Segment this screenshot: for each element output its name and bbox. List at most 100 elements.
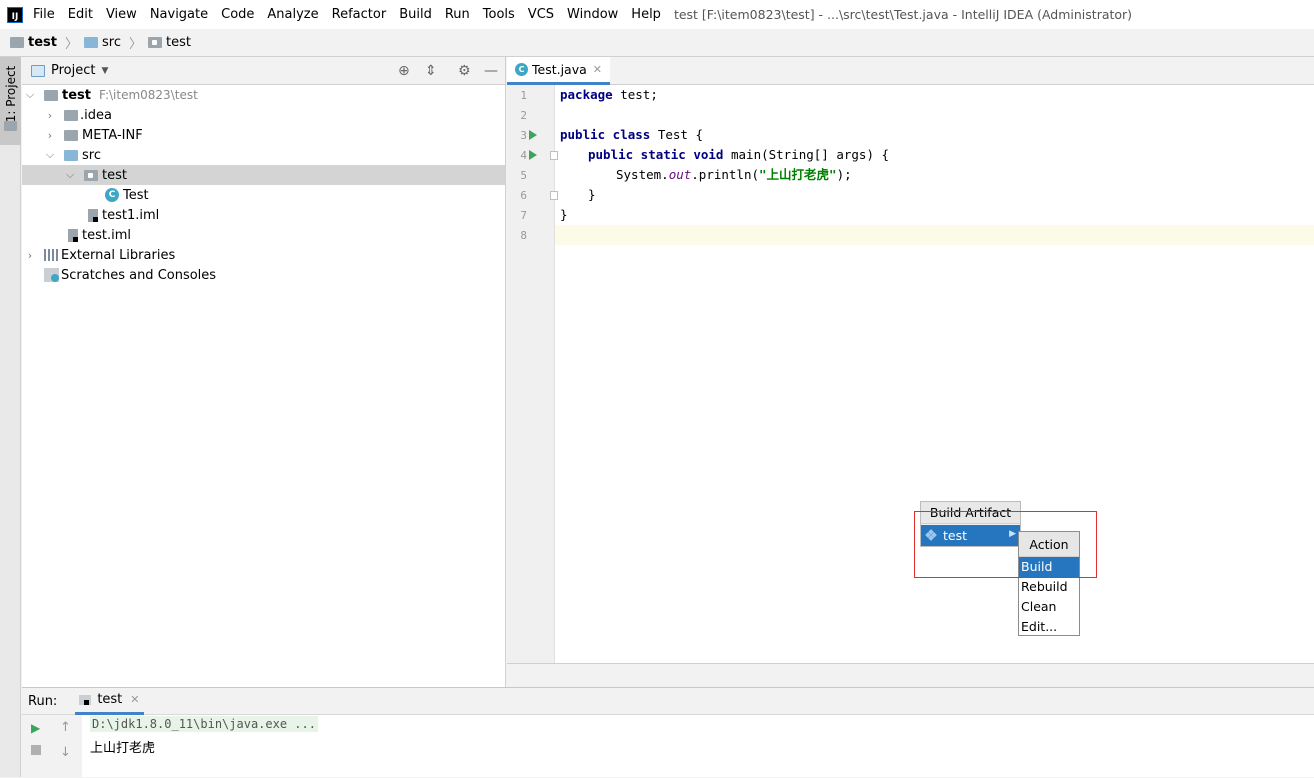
- up-arrow-icon[interactable]: ↑: [60, 720, 71, 735]
- menu-vcs[interactable]: VCS: [528, 7, 554, 22]
- tree-item-label: test: [62, 87, 91, 103]
- menu-code[interactable]: Code: [221, 7, 254, 22]
- artifact-item-test[interactable]: test ▶: [921, 525, 1020, 546]
- breadcrumb-label: test: [166, 35, 191, 50]
- chevron-right-icon[interactable]: ›: [44, 109, 56, 122]
- breadcrumb-item-project[interactable]: test: [10, 35, 57, 50]
- line-number: 5: [520, 169, 527, 182]
- editor-bottom-bar: [507, 663, 1314, 687]
- action-rebuild[interactable]: Rebuild: [1019, 577, 1079, 597]
- tab-label: Test.java: [532, 62, 587, 77]
- console-output: 上山打老虎: [90, 741, 156, 756]
- close-icon[interactable]: ✕: [593, 63, 602, 76]
- line-number: 3: [520, 129, 527, 142]
- tree-item-idea[interactable]: › .idea: [22, 105, 505, 125]
- close-icon[interactable]: ✕: [130, 693, 139, 706]
- rerun-icon[interactable]: ▶: [31, 721, 40, 735]
- project-panel-header: Project ▼ ⊕ ⇕ ⚙ —: [22, 57, 505, 85]
- tab-test-java[interactable]: C Test.java ✕: [507, 57, 610, 85]
- tree-item-test-iml[interactable]: test.iml: [22, 225, 505, 245]
- tree-item-scratches[interactable]: Scratches and Consoles: [22, 265, 505, 285]
- menu-view[interactable]: View: [106, 7, 137, 22]
- menu-edit[interactable]: Edit: [68, 7, 93, 22]
- minimize-icon[interactable]: —: [484, 63, 498, 79]
- menu-run[interactable]: Run: [445, 7, 470, 22]
- menu-window[interactable]: Window: [567, 7, 618, 22]
- artifact-icon: [925, 529, 937, 541]
- tree-item-project-root[interactable]: ⌵ test F:\item0823\test: [22, 85, 505, 105]
- tree-item-external-libraries[interactable]: › External Libraries: [22, 245, 505, 265]
- tree-item-meta-inf[interactable]: › META-INF: [22, 125, 505, 145]
- run-tool-window: Run: test ✕ ▶ ↑ ↓ D:\jdk1.8.0_11\bin\jav…: [22, 687, 1314, 778]
- tree-item-package-test[interactable]: ⌵ test: [22, 165, 505, 185]
- fold-marker-icon[interactable]: [550, 191, 558, 200]
- chevron-down-icon[interactable]: ▼: [101, 66, 108, 76]
- menu-tools[interactable]: Tools: [483, 7, 515, 22]
- chevron-right-icon[interactable]: ›: [24, 249, 36, 262]
- menu-refactor[interactable]: Refactor: [332, 7, 387, 22]
- chevron-down-icon[interactable]: ⌵: [24, 88, 36, 102]
- menu-build[interactable]: Build: [399, 7, 432, 22]
- action-clean[interactable]: Clean: [1019, 597, 1079, 617]
- menu-navigate[interactable]: Navigate: [150, 7, 208, 22]
- scratches-icon: [44, 268, 59, 282]
- breadcrumb-item-src[interactable]: src: [84, 35, 121, 50]
- menu-help[interactable]: Help: [631, 7, 661, 22]
- breadcrumb-item-package[interactable]: test: [148, 35, 191, 50]
- code-line-7[interactable]: }: [560, 205, 568, 225]
- project-view-selector[interactable]: Project: [51, 63, 95, 78]
- java-class-icon: C: [105, 188, 119, 202]
- tree-item-src[interactable]: ⌵ src: [22, 145, 505, 165]
- project-tool-tab-label: 1: Project: [4, 65, 18, 123]
- current-line-highlight: [555, 225, 1314, 245]
- build-artifact-popup: Build Artifact test ▶: [920, 501, 1021, 547]
- line-number: 7: [520, 209, 527, 222]
- run-config-icon: [79, 694, 92, 705]
- menu-file[interactable]: File: [33, 7, 55, 22]
- tree-item-label: .idea: [80, 107, 112, 123]
- tree-item-test1-iml[interactable]: test1.iml: [22, 205, 505, 225]
- action-edit[interactable]: Edit...: [1019, 617, 1079, 637]
- editor-gutter: 1 2 3 4 5 6 7 8: [507, 85, 558, 663]
- code-line-1[interactable]: package test;: [560, 85, 658, 105]
- gear-icon[interactable]: ⚙: [458, 63, 471, 79]
- tree-item-class-test[interactable]: C Test: [22, 185, 505, 205]
- project-view-icon: [31, 64, 45, 77]
- tree-item-label: META-INF: [82, 127, 143, 143]
- breadcrumb-separator-icon: 〉: [64, 37, 78, 52]
- menu-bar: IJ File Edit View Navigate Code Analyze …: [0, 0, 1314, 29]
- action-build[interactable]: Build: [1019, 557, 1079, 577]
- line-number: 1: [520, 89, 527, 102]
- window-title: test [F:\item0823\test] - ...\src\test\T…: [673, 7, 1133, 22]
- editor-tab-bar: C Test.java ✕: [507, 57, 1314, 85]
- collapse-all-icon[interactable]: ⇕: [425, 63, 437, 79]
- breadcrumb-label: src: [102, 35, 121, 50]
- stop-icon[interactable]: [31, 745, 41, 755]
- chevron-down-icon[interactable]: ⌵: [64, 168, 76, 182]
- fold-marker-icon[interactable]: [550, 151, 558, 160]
- chevron-down-icon[interactable]: ⌵: [44, 148, 56, 162]
- code-line-6[interactable]: }: [560, 185, 596, 205]
- action-popup-title: Action: [1019, 532, 1079, 557]
- breadcrumb: test 〉 src 〉 test: [0, 29, 1314, 57]
- chevron-right-icon[interactable]: ›: [44, 129, 56, 142]
- code-token: Test {: [650, 127, 703, 142]
- down-arrow-icon[interactable]: ↓: [60, 745, 71, 760]
- menu-analyze[interactable]: Analyze: [267, 7, 318, 22]
- tree-item-label: Scratches and Consoles: [61, 267, 217, 283]
- breadcrumb-separator-icon: 〉: [128, 37, 142, 52]
- run-toolbar: ▶ ↑ ↓: [22, 715, 82, 778]
- run-main-icon[interactable]: [529, 150, 537, 160]
- project-tool-tab[interactable]: 1: Project: [0, 57, 21, 145]
- locate-icon[interactable]: ⊕: [398, 63, 410, 79]
- code-line-5[interactable]: System.out.println("上山打老虎");: [560, 165, 852, 185]
- code-line-4[interactable]: public static void main(String[] args) {: [560, 145, 889, 165]
- run-class-icon[interactable]: [529, 130, 537, 140]
- run-tab-test[interactable]: test ✕: [75, 688, 144, 715]
- tree-item-label: src: [82, 147, 101, 163]
- java-class-icon: C: [515, 63, 528, 76]
- code-line-3[interactable]: public class Test {: [560, 125, 703, 145]
- code-token: "上山打老虎": [759, 167, 837, 182]
- tree-item-label: test: [102, 167, 127, 183]
- run-panel-label: Run:: [28, 693, 58, 709]
